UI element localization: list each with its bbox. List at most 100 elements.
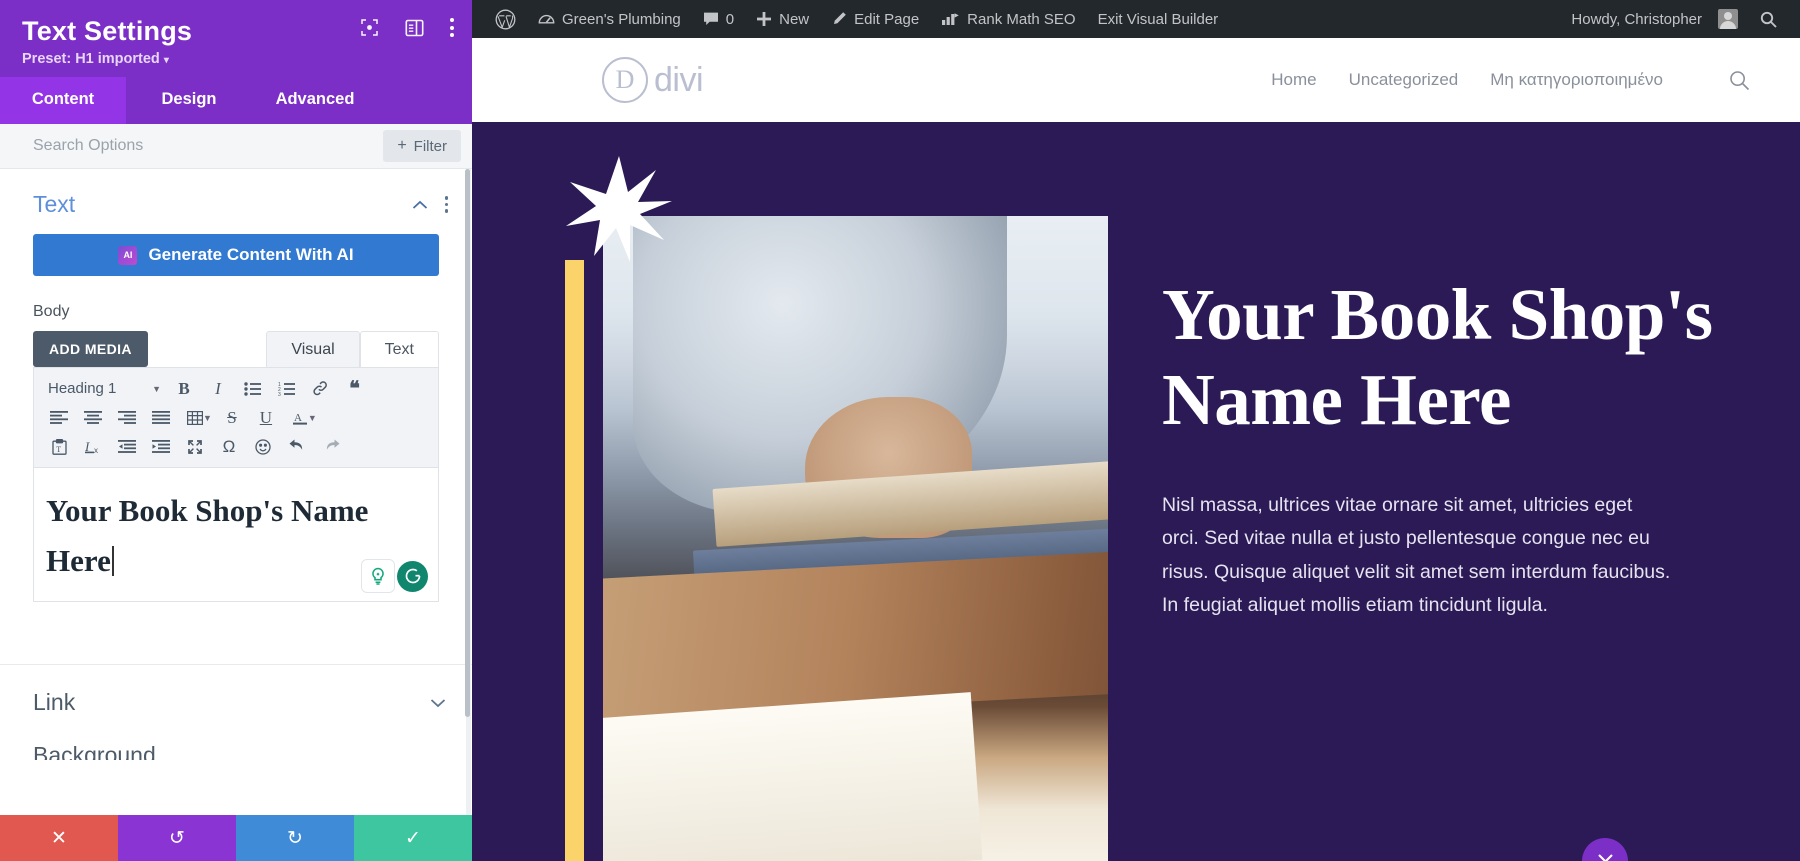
panel-preset[interactable]: Preset: H1 imported ▾ <box>22 51 450 67</box>
site-header: D divi Home Uncategorized Μη κατηγοριοπο… <box>472 38 1800 122</box>
filter-label: Filter <box>413 137 447 155</box>
svg-text:A: A <box>294 412 302 424</box>
logo-mark: D <box>602 57 648 103</box>
nav-item-uncategorized-gr[interactable]: Μη κατηγοριοποιημένο <box>1490 70 1663 90</box>
pencil-icon <box>831 11 847 27</box>
text-caret <box>111 545 114 576</box>
ai-button-label: Generate Content With AI <box>148 245 354 264</box>
tab-content[interactable]: Content <box>0 77 126 124</box>
body-editor: ADD MEDIA Visual Text Heading 1 ▼ B I 1 … <box>33 331 439 602</box>
toolbar-row-3: T I x Ω <box>42 432 434 461</box>
panel-scrollbar-track[interactable] <box>465 169 471 815</box>
numbered-list-icon[interactable]: 1 2 3 <box>269 375 303 402</box>
redo-button[interactable]: ↻ <box>236 815 354 861</box>
search-icon <box>1760 11 1777 28</box>
underline-icon[interactable]: U <box>249 404 283 431</box>
section-more-icon[interactable] <box>444 196 448 213</box>
editor-content-area[interactable]: Your Book Shop's Name Here <box>33 468 439 602</box>
wp-admin-bar: Green's Plumbing 0 New Edit Page Rank Ma… <box>472 0 1800 38</box>
panel-action-bar: ✕ ↺ ↻ ✓ <box>0 815 472 861</box>
settings-body: Text AI Generate Content With AI Body AD… <box>0 169 472 815</box>
svg-text:3: 3 <box>278 392 281 396</box>
nav-item-home[interactable]: Home <box>1271 70 1316 90</box>
nav-item-uncategorized[interactable]: Uncategorized <box>1349 70 1459 90</box>
chevron-down-icon[interactable]: ▼ <box>203 413 212 423</box>
tab-design[interactable]: Design <box>126 77 252 124</box>
undo-icon[interactable] <box>280 433 314 460</box>
align-left-icon[interactable] <box>42 404 76 431</box>
site-name-menu[interactable]: Green's Plumbing <box>527 0 692 38</box>
panel-header: Text Settings Preset: H1 imported ▾ <box>0 0 472 77</box>
image-desk <box>603 547 1108 724</box>
hero-section: Your Book Shop's Name Here Nisl massa, u… <box>472 122 1800 861</box>
exit-visual-builder[interactable]: Exit Visual Builder <box>1087 0 1230 38</box>
redo-icon[interactable] <box>314 433 348 460</box>
panel-layout-icon[interactable] <box>405 19 424 37</box>
outdent-icon[interactable] <box>110 433 144 460</box>
tab-visual[interactable]: Visual <box>266 331 360 367</box>
account-menu[interactable]: Howdy, Christopher <box>1560 0 1749 38</box>
yellow-accent-bar <box>565 260 584 861</box>
discard-button[interactable]: ✕ <box>0 815 118 861</box>
align-justify-icon[interactable] <box>144 404 178 431</box>
link-section[interactable]: Link <box>0 664 472 740</box>
wordpress-icon <box>495 9 516 30</box>
hero-copy: Your Book Shop's Name Here Nisl massa, u… <box>1162 272 1722 623</box>
focus-target-icon[interactable] <box>360 18 379 37</box>
exit-builder-label: Exit Visual Builder <box>1097 10 1219 28</box>
panel-more-icon[interactable] <box>450 18 454 37</box>
fullscreen-icon[interactable] <box>178 433 212 460</box>
rank-math-menu[interactable]: Rank Math SEO <box>930 0 1086 38</box>
strikethrough-icon[interactable]: S <box>215 404 249 431</box>
grammarly-badges <box>361 559 428 593</box>
italic-icon[interactable]: I <box>201 375 235 402</box>
comment-icon <box>703 11 719 27</box>
generate-content-with-ai-button[interactable]: AI Generate Content With AI <box>33 234 439 276</box>
search-input[interactable]: Search Options <box>33 137 383 155</box>
site-logo[interactable]: D divi <box>602 57 704 103</box>
align-center-icon[interactable] <box>76 404 110 431</box>
admin-search-button[interactable] <box>1749 0 1788 38</box>
tab-text[interactable]: Text <box>359 331 439 367</box>
text-section-header: Text <box>0 169 472 234</box>
link-icon[interactable] <box>303 375 337 402</box>
add-media-button[interactable]: ADD MEDIA <box>33 331 148 367</box>
dashboard-icon <box>538 11 555 28</box>
svg-text:T: T <box>56 445 61 454</box>
grammarly-suggestion-icon[interactable] <box>361 559 395 593</box>
new-content-menu[interactable]: New <box>745 0 820 38</box>
chevron-down-icon[interactable] <box>430 698 446 708</box>
blockquote-icon[interactable]: ❝ <box>337 375 371 402</box>
align-right-icon[interactable] <box>110 404 144 431</box>
bullet-list-icon[interactable] <box>235 375 269 402</box>
special-character-icon[interactable]: Ω <box>212 433 246 460</box>
close-icon[interactable] <box>1582 838 1628 861</box>
avatar <box>1718 9 1738 29</box>
paste-as-text-icon[interactable]: T <box>42 433 76 460</box>
filter-button[interactable]: + Filter <box>383 130 461 162</box>
emoji-icon[interactable] <box>246 433 280 460</box>
save-changes-button[interactable]: ✓ <box>354 815 472 861</box>
indent-icon[interactable] <box>144 433 178 460</box>
chevron-up-icon[interactable] <box>412 200 428 210</box>
clear-formatting-icon[interactable]: I x <box>76 433 110 460</box>
format-select-value: Heading 1 <box>48 380 117 397</box>
format-select[interactable]: Heading 1 ▼ <box>42 380 167 397</box>
preset-label: Preset: H1 imported <box>22 51 160 67</box>
undo-button[interactable]: ↺ <box>118 815 236 861</box>
wordpress-logo-menu[interactable] <box>484 0 527 38</box>
comments-menu[interactable]: 0 <box>692 0 745 38</box>
link-section-title: Link <box>33 689 76 715</box>
tab-advanced[interactable]: Advanced <box>252 77 378 124</box>
chevron-down-icon[interactable]: ▼ <box>308 413 317 423</box>
grammarly-icon[interactable] <box>397 560 428 592</box>
search-options-bar: Search Options + Filter <box>0 124 472 169</box>
bold-icon[interactable]: B <box>167 375 201 402</box>
background-section-title[interactable]: Background <box>0 740 472 760</box>
svg-text:x: x <box>94 446 98 454</box>
edit-page-menu[interactable]: Edit Page <box>820 0 930 38</box>
search-icon[interactable] <box>1729 70 1750 91</box>
plus-icon: + <box>397 137 407 154</box>
panel-scrollbar-thumb[interactable] <box>465 169 470 717</box>
rank-math-icon <box>941 12 960 27</box>
